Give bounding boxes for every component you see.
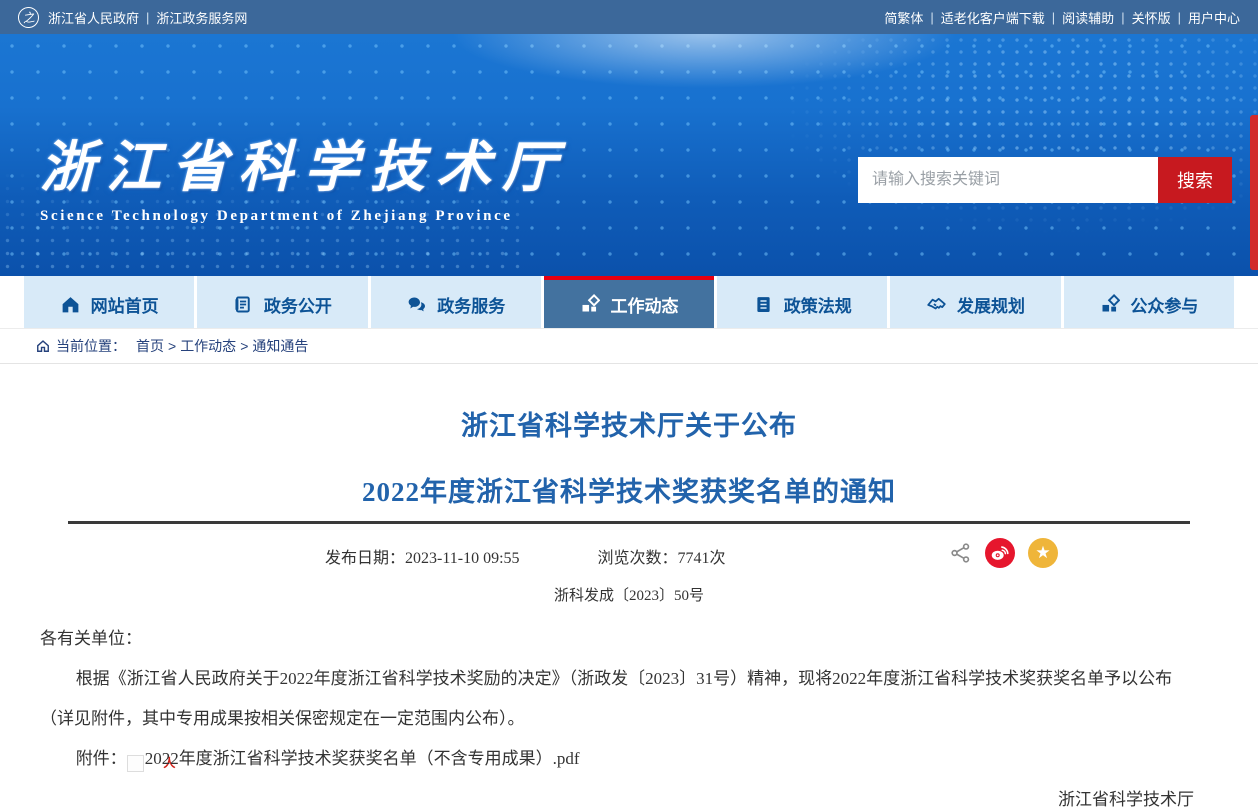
pdf-icon: 人 xyxy=(127,755,144,772)
signature-block: 浙江省科学技术厅 2023年11月8日 xyxy=(0,783,1194,811)
nav-item-label: 网站首页 xyxy=(91,292,159,317)
weibo-icon[interactable] xyxy=(985,538,1015,568)
publish-date-value: 2023-11-10 09:55 xyxy=(405,550,520,567)
map-dots-decoration xyxy=(618,34,1258,276)
nav-item-label: 工作动态 xyxy=(610,292,678,317)
nav-item-工作动态[interactable]: 工作动态 xyxy=(544,276,714,328)
breadcrumb-separator: > xyxy=(240,338,248,354)
chat-icon xyxy=(406,294,427,315)
article-body: 各有关单位： 根据《浙江省人民政府关于2022年度浙江省科学技术奖励的决定》（浙… xyxy=(40,619,1192,779)
attachment-line: 附件：人2022年度浙江省科学技术奖获奖名单（不含专用成果）.pdf xyxy=(40,739,1192,779)
search-input[interactable] xyxy=(858,157,1158,203)
doc-icon xyxy=(753,294,774,315)
nav-item-label: 政务服务 xyxy=(437,292,505,317)
breadcrumb-item[interactable]: 工作动态 xyxy=(180,338,236,354)
views-value: 7741次 xyxy=(678,550,726,567)
search-button[interactable]: 搜索 xyxy=(1158,157,1232,203)
topbar-link[interactable]: 浙江省人民政府 xyxy=(48,8,139,27)
article-meta: 发布日期：2023-11-10 09:55 浏览次数：7741次 ★ xyxy=(0,534,1258,578)
breadcrumb: 当前位置： 首页>工作动态>通知通告 xyxy=(0,328,1258,364)
shapes-icon xyxy=(579,294,600,315)
views-label: 浏览次数： xyxy=(598,550,678,567)
nav-item-label: 发展规划 xyxy=(957,292,1025,317)
breadcrumb-item[interactable]: 首页 xyxy=(136,338,164,354)
home-icon xyxy=(36,339,50,353)
site-search: 搜索 xyxy=(858,157,1232,203)
home-icon xyxy=(60,294,81,315)
nav-item-label: 政务公开 xyxy=(264,292,332,317)
separator: | xyxy=(1052,10,1055,25)
topbar-right-links: 简繁体 | 适老化客户端下载 | 阅读辅助 | 关怀版 | 用户中心 xyxy=(884,8,1240,27)
separator: | xyxy=(1121,10,1124,25)
attachment-label: 附件： xyxy=(76,749,127,768)
topbar-left-links: 浙江省人民政府 | 浙江政务服务网 xyxy=(48,8,247,27)
site-title: 浙江省科学技术厅 xyxy=(40,122,568,202)
top-utility-bar: 之 浙江省人民政府 | 浙江政务服务网 简繁体 | 适老化客户端下载 | 阅读辅助 | 关怀版 |… xyxy=(0,0,1258,34)
breadcrumb-items: 首页>工作动态>通知通告 xyxy=(136,336,308,356)
publish-date-label: 发布日期： xyxy=(325,550,405,567)
government-logo-icon: 之 xyxy=(17,5,41,29)
separator: | xyxy=(930,10,933,25)
article-title-line2: 2022年度浙江省科学技术奖获奖名单的通知 xyxy=(0,470,1258,509)
breadcrumb-separator: > xyxy=(168,338,176,354)
site-banner: 浙江省科学技术厅 Science Technology Department o… xyxy=(0,34,1258,276)
separator: | xyxy=(146,10,149,25)
handshake-icon xyxy=(926,294,947,315)
topbar-link[interactable]: 阅读辅助 xyxy=(1062,8,1114,27)
topbar-link[interactable]: 用户中心 xyxy=(1188,8,1240,27)
breadcrumb-item[interactable]: 通知通告 xyxy=(252,338,308,354)
meta-text: 发布日期：2023-11-10 09:55 浏览次数：7741次 xyxy=(325,544,726,568)
breadcrumb-prefix: 当前位置： xyxy=(56,336,126,356)
separator: | xyxy=(1178,10,1181,25)
nav-item-政策法规[interactable]: 政策法规 xyxy=(717,276,887,328)
signer-name: 浙江省科学技术厅 xyxy=(0,783,1194,811)
attachment-link[interactable]: 2022年度浙江省科学技术奖获奖名单（不含专用成果）.pdf xyxy=(145,749,580,768)
nav-item-label: 政策法规 xyxy=(784,292,852,317)
nav-item-公众参与[interactable]: 公众参与 xyxy=(1064,276,1234,328)
document-number: 浙科发成〔2023〕50号 xyxy=(0,584,1258,605)
qzone-icon[interactable]: ★ xyxy=(1028,538,1058,568)
main-navigation: 网站首页 政务公开 政务服务 工作动态 政策法规 发展规划 公众参与 xyxy=(0,276,1258,328)
topbar-link[interactable]: 适老化客户端下载 xyxy=(941,8,1045,27)
topbar-link[interactable]: 浙江政务服务网 xyxy=(156,8,247,27)
article-paragraph: 根据《浙江省人民政府关于2022年度浙江省科学技术奖励的决定》（浙政发〔2023… xyxy=(40,659,1192,739)
topbar-left: 之 浙江省人民政府 | 浙江政务服务网 xyxy=(18,7,247,28)
article-title-line1: 浙江省科学技术厅关于公布 xyxy=(0,404,1258,443)
article: 浙江省科学技术厅关于公布 2022年度浙江省科学技术奖获奖名单的通知 发布日期：… xyxy=(0,404,1258,811)
nav-item-政务服务[interactable]: 政务服务 xyxy=(371,276,541,328)
nav-item-政务公开[interactable]: 政务公开 xyxy=(197,276,367,328)
site-subtitle: Science Technology Department of Zhejian… xyxy=(40,208,513,225)
salutation: 各有关单位： xyxy=(40,619,1192,659)
news-icon xyxy=(233,294,254,315)
edge-floating-widget[interactable] xyxy=(1250,115,1258,270)
nav-item-label: 公众参与 xyxy=(1130,292,1198,317)
topbar-link[interactable]: 简繁体 xyxy=(884,8,923,27)
title-divider xyxy=(68,521,1190,524)
share-icon[interactable] xyxy=(950,542,972,564)
share-bar: ★ xyxy=(950,538,1058,568)
shapes-icon xyxy=(1099,294,1120,315)
topbar-link[interactable]: 关怀版 xyxy=(1132,8,1171,27)
nav-item-发展规划[interactable]: 发展规划 xyxy=(890,276,1060,328)
nav-item-网站首页[interactable]: 网站首页 xyxy=(24,276,194,328)
